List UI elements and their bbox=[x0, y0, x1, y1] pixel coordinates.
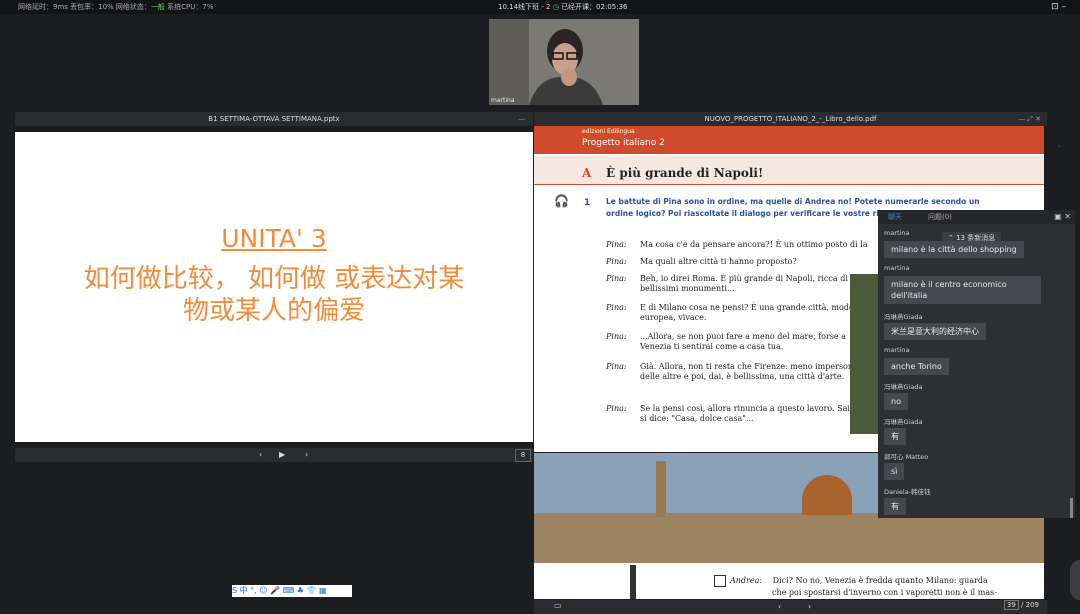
speaker: Pina: bbox=[606, 362, 627, 371]
dialogue-line: Pina: E di Milano cosa ne pensi? È una gr… bbox=[606, 303, 875, 323]
dialogue-line: Pina: Ma quali altre città ti hanno propo… bbox=[606, 257, 875, 267]
pdf-window-controls[interactable]: — ⤢ ✕ bbox=[1018, 112, 1041, 126]
presentation-slide: UNITA' 3 如何做比较， 如何做 或表达对某 物或某人的偏爱 bbox=[15, 132, 533, 442]
chat-scrollbar[interactable] bbox=[1070, 498, 1073, 518]
elapsed-time: 已经开课：02:05:36 bbox=[561, 3, 628, 11]
page-indicator: 39 / 209 bbox=[1003, 600, 1039, 610]
clock-icon: ◷ bbox=[552, 3, 559, 11]
input-method-toolbar[interactable]: S 中 °, ☺ 🎤 ⌨ ♣ 👕 ▦ bbox=[232, 585, 352, 597]
chat-sender: 冯琳燕Giada bbox=[884, 313, 923, 321]
class-info: 10.14线下班 - 2 ◷ 已经开课：02:05:36 bbox=[498, 0, 628, 14]
line-text: Ma quali altre città ti hanno proposto? bbox=[640, 257, 797, 266]
page-number-input[interactable]: 39 bbox=[1003, 600, 1019, 610]
pdf-title-bar: NUOVO_PROGETTO_ITALIANO_2_-_Libro_dello.… bbox=[534, 112, 1047, 126]
pdf-navigation-bar: ▭ ‹ › 39 / 209 bbox=[534, 600, 1047, 614]
section-heading: È più grande di Napoli! bbox=[606, 166, 764, 180]
slide-number: 8 bbox=[515, 449, 531, 462]
chat-tabs: 聊天 问题(0) ▣ ✕ bbox=[878, 210, 1075, 224]
side-handle-icon[interactable]: · bbox=[1058, 142, 1061, 151]
cpu-usage: 系统CPU：7% bbox=[164, 3, 214, 11]
tab-chat[interactable]: 聊天 bbox=[888, 210, 902, 224]
audio-icon: 🎧 bbox=[554, 194, 569, 208]
pdf-header-band: edizioni Edilingua Progetto italiano 2 bbox=[534, 126, 1044, 154]
close-icon[interactable]: ✕ bbox=[1064, 212, 1071, 221]
pdf-filename: NUOVO_PROGETTO_ITALIANO_2_-_Libro_dello.… bbox=[704, 115, 877, 123]
ppt-navigation-bar: ‹ ▶ › 8 bbox=[15, 448, 533, 462]
divider bbox=[534, 184, 1044, 185]
chat-message: 有 bbox=[884, 498, 906, 515]
tower bbox=[656, 461, 666, 517]
chat-sender: Daniela-韩佳钰 bbox=[884, 488, 931, 496]
panorama-rooftops bbox=[534, 513, 1044, 563]
popout-icon[interactable]: ▣ bbox=[1054, 212, 1062, 221]
dialogue-line: Pina: Già. Allora, non ti resta che Firen… bbox=[606, 362, 875, 382]
line-text: Dici? No no, Venezia è fredda quanto Mil… bbox=[772, 576, 988, 585]
speaker: Pina: bbox=[606, 274, 627, 283]
publisher-label: edizioni Edilingua bbox=[582, 128, 635, 135]
line-text: Ma cosa c'è da pensare ancora?! È un ott… bbox=[640, 240, 868, 249]
exercise-number: 1 bbox=[584, 198, 591, 208]
chat-message: 有 bbox=[884, 428, 906, 445]
book-title: Progetto italiano 2 bbox=[582, 138, 665, 148]
network-status-prefix: 网络延时：9ms 丢包率：10% 网络状态： bbox=[18, 3, 151, 11]
line-text: ...Allora, se non puoi fare a meno del m… bbox=[640, 332, 846, 351]
line-text: Beh, io direi Roma. È più grande di Napo… bbox=[640, 274, 848, 293]
chat-message: sì bbox=[884, 463, 905, 480]
chat-sender: martina bbox=[884, 346, 910, 354]
chat-message: no bbox=[884, 393, 908, 410]
person-video-feed bbox=[489, 19, 639, 105]
chat-sender: martina bbox=[884, 264, 910, 272]
chat-message: milano è il centro economico dell'italia bbox=[884, 276, 1041, 304]
andrea-dialogue: Andrea: Dici? No no, Venezia è fredda qu… bbox=[714, 575, 997, 598]
chat-message: anche Torino bbox=[884, 358, 949, 375]
prev-page-button[interactable]: ‹ bbox=[778, 600, 781, 614]
speaker: Pina: bbox=[606, 303, 627, 312]
line-text: Già. Allora, non ti resta che Firenze: m… bbox=[640, 362, 866, 381]
dialogue-line: Pina: Se la pensi così, allora rinuncia a… bbox=[606, 404, 875, 424]
status-bar: 网络延时：9ms 丢包率：10% 网络状态：一般 系统CPU：7% 10.14线… bbox=[0, 0, 1080, 14]
thumbnail-icon[interactable]: ▭ bbox=[554, 601, 562, 610]
next-page-button[interactable]: › bbox=[808, 600, 811, 614]
ppt-title-bar: B1 SETTIMA-OTTAVA SETTIMANA.pptx — bbox=[15, 112, 533, 126]
video-participant-name: martina bbox=[491, 97, 515, 104]
dialogue-line: Pina: Ma cosa c'è da pensare ancora?! È u… bbox=[606, 240, 875, 250]
window-controls-button[interactable]: ⊡ – bbox=[1051, 0, 1066, 14]
answer-checkbox bbox=[714, 575, 726, 587]
line-text: che poi spostarsi d'inverno con i vapore… bbox=[772, 588, 997, 597]
next-slide-button[interactable]: › bbox=[305, 448, 308, 462]
chat-sender: martina bbox=[884, 229, 910, 237]
minimize-button[interactable]: — bbox=[518, 112, 525, 126]
chat-message: milano è la città dello shopping bbox=[884, 241, 1024, 258]
class-name: 10.14线下班 - 2 bbox=[498, 3, 551, 11]
speaker: Pina: bbox=[606, 404, 627, 413]
chat-sender: 冯琳燕Giada bbox=[884, 418, 923, 426]
speaker: Pina: bbox=[606, 240, 627, 249]
play-button[interactable]: ▶ bbox=[279, 448, 285, 462]
tab-questions[interactable]: 问题(0) bbox=[928, 210, 952, 224]
ppt-filename: B1 SETTIMA-OTTAVA SETTIMANA.pptx bbox=[208, 115, 340, 123]
chat-panel: 聊天 问题(0) ▣ ✕ martina ⌃ 13 条新消息 milano è … bbox=[878, 210, 1075, 518]
network-state: 一般 bbox=[150, 3, 165, 11]
section-letter: A bbox=[582, 166, 592, 180]
prev-slide-button[interactable]: ‹ bbox=[259, 448, 262, 462]
slide-subtitle-line-2: 物或某人的偏爱 bbox=[182, 296, 365, 326]
speaker: Pina: bbox=[606, 332, 627, 341]
speaker: Pina: bbox=[606, 257, 627, 266]
webcam-video: martina bbox=[489, 19, 639, 105]
dialogue-line: Pina: Beh, io direi Roma. È più grande di… bbox=[606, 274, 875, 294]
slide-title: UNITA' 3 bbox=[221, 224, 327, 253]
line-text: Se la pensi così, allora rinuncia a ques… bbox=[640, 404, 875, 423]
chat-message: 米兰是意大利的经济中心 bbox=[884, 323, 986, 340]
page-total: / 209 bbox=[1021, 601, 1039, 609]
speaker: Andrea: bbox=[730, 576, 763, 585]
chat-sender: 冯琳燕Giada bbox=[884, 383, 923, 391]
network-status: 网络延时：9ms 丢包率：10% 网络状态：一般 系统CPU：7% bbox=[18, 0, 214, 14]
street-lamp-photo bbox=[630, 565, 636, 599]
chat-sender: 郭可心 Matteo bbox=[884, 453, 929, 461]
dialogue-line: Pina: ...Allora, se non puoi fare a meno … bbox=[606, 332, 875, 352]
side-toolbar-handle[interactable] bbox=[1070, 560, 1080, 600]
line-text: E di Milano cosa ne pensi? È una grande … bbox=[640, 303, 870, 322]
